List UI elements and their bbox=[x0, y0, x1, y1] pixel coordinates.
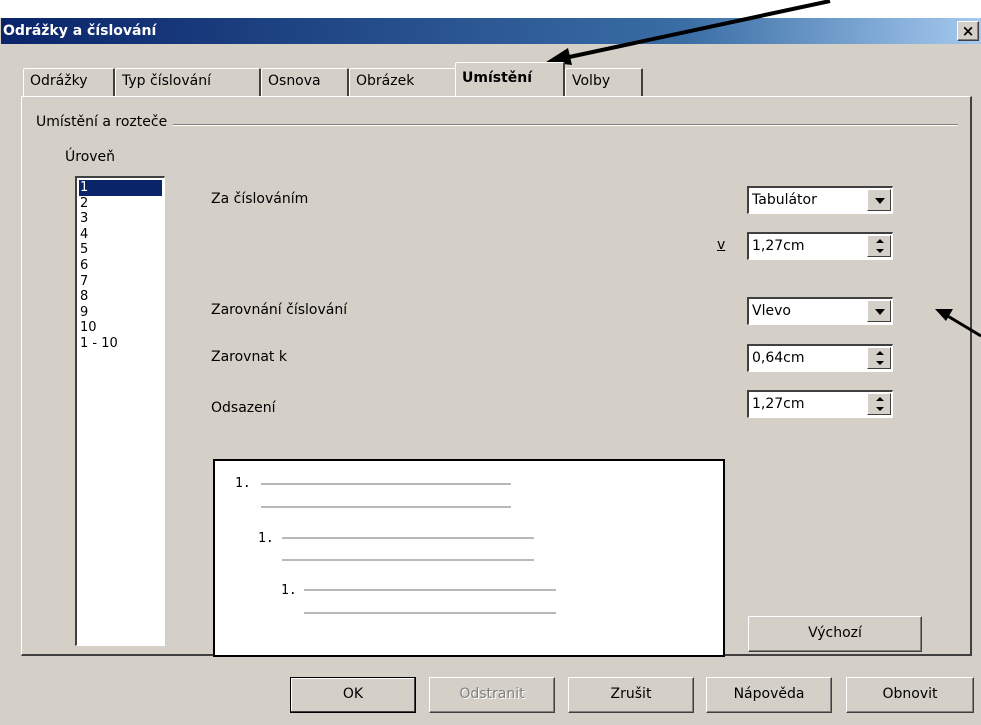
tab-position[interactable]: Umístění bbox=[455, 62, 565, 96]
tab-graphics-label: Obrázek bbox=[356, 73, 415, 89]
spin-up-icon[interactable] bbox=[868, 394, 890, 404]
spin-buttons[interactable] bbox=[867, 235, 891, 257]
ok-button[interactable]: OK bbox=[290, 677, 416, 713]
group-separator bbox=[36, 124, 958, 126]
tab-numbering-type[interactable]: Typ číslování bbox=[115, 68, 261, 96]
dialog-title: Odrážky a číslování bbox=[3, 23, 157, 39]
level-label: Úroveň bbox=[65, 149, 116, 165]
numbering-alignment-label: Zarovnání číslování bbox=[211, 302, 348, 318]
tab-graphics[interactable]: Obrázek bbox=[349, 68, 457, 96]
tab-outline[interactable]: Osnova bbox=[261, 68, 349, 96]
tab-options-label: Volby bbox=[572, 73, 611, 89]
spin-down-icon[interactable] bbox=[868, 358, 890, 368]
list-item[interactable]: 4 bbox=[79, 227, 162, 243]
default-button[interactable]: Výchozí bbox=[748, 616, 922, 652]
list-item[interactable]: 3 bbox=[79, 211, 162, 227]
tab-numbering-type-label: Typ číslování bbox=[122, 73, 211, 89]
tab-outline-label: Osnova bbox=[268, 73, 321, 89]
list-item[interactable]: 1 bbox=[79, 180, 162, 196]
numbering-preview: 1. 1. 1. bbox=[213, 459, 725, 657]
tab-options[interactable]: Volby bbox=[565, 68, 643, 96]
list-item[interactable]: 6 bbox=[79, 258, 162, 274]
list-item[interactable]: 9 bbox=[79, 305, 162, 321]
reset-button[interactable]: Obnovit bbox=[846, 677, 974, 713]
spin-down-icon[interactable] bbox=[868, 246, 890, 256]
align-at-value: 0,64cm bbox=[752, 350, 805, 366]
preview-line bbox=[261, 483, 511, 485]
at-value: 1,27cm bbox=[752, 238, 805, 254]
help-button[interactable]: Nápověda bbox=[706, 677, 832, 713]
cancel-button[interactable]: Zrušit bbox=[568, 677, 694, 713]
align-at-label: Zarovnat k bbox=[211, 349, 287, 365]
level-listbox[interactable]: 1 2 3 4 5 6 7 8 9 10 1 - 10 bbox=[75, 176, 165, 646]
preview-line bbox=[304, 589, 556, 591]
preview-line bbox=[282, 559, 534, 561]
tab-bullets[interactable]: Odrážky bbox=[23, 68, 115, 96]
at-label: v bbox=[717, 237, 726, 253]
close-button[interactable]: × bbox=[957, 21, 979, 41]
numbering-alignment-value: Vlevo bbox=[752, 303, 791, 319]
preview-line bbox=[261, 506, 511, 508]
dialog-titlebar: Odrážky a číslování × bbox=[1, 18, 981, 44]
preview-number: 1. bbox=[281, 583, 297, 598]
preview-line bbox=[304, 612, 556, 614]
chevron-down-icon[interactable] bbox=[867, 300, 891, 322]
align-at-spinfield[interactable]: 0,64cm bbox=[747, 344, 893, 372]
tab-panel-position: Umístění a rozteče Úroveň 1 2 3 4 5 6 7 … bbox=[21, 96, 972, 657]
tab-position-label: Umístění bbox=[462, 70, 533, 86]
after-numbering-select[interactable]: Tabulátor bbox=[747, 186, 893, 214]
list-item[interactable]: 7 bbox=[79, 274, 162, 290]
list-item[interactable]: 2 bbox=[79, 196, 162, 212]
spin-buttons[interactable] bbox=[867, 393, 891, 415]
bullets-numbering-dialog: Odrážky a číslování × Odrážky Typ číslov… bbox=[0, 17, 981, 725]
indent-spinfield[interactable]: 1,27cm bbox=[747, 390, 893, 418]
spin-up-icon[interactable] bbox=[868, 348, 890, 358]
tab-bullets-label: Odrážky bbox=[30, 73, 88, 89]
indent-label: Odsazení bbox=[211, 400, 276, 416]
list-item[interactable]: 1 - 10 bbox=[79, 336, 162, 352]
close-icon: × bbox=[961, 22, 975, 40]
preview-number: 1. bbox=[258, 531, 274, 546]
list-item[interactable]: 5 bbox=[79, 242, 162, 258]
group-title: Umístění a rozteče bbox=[36, 114, 174, 130]
preview-number: 1. bbox=[235, 476, 251, 491]
spin-buttons[interactable] bbox=[867, 347, 891, 369]
numbering-alignment-select[interactable]: Vlevo bbox=[747, 297, 893, 325]
indent-value: 1,27cm bbox=[752, 396, 805, 412]
at-spinfield[interactable]: 1,27cm bbox=[747, 232, 893, 260]
after-numbering-value: Tabulátor bbox=[752, 192, 817, 208]
list-item[interactable]: 8 bbox=[79, 289, 162, 305]
preview-line bbox=[282, 537, 534, 539]
after-numbering-label: Za číslováním bbox=[211, 191, 309, 207]
list-item[interactable]: 10 bbox=[79, 320, 162, 336]
spin-down-icon[interactable] bbox=[868, 404, 890, 414]
spin-up-icon[interactable] bbox=[868, 236, 890, 246]
chevron-down-icon[interactable] bbox=[867, 189, 891, 211]
remove-button[interactable]: Odstranit bbox=[429, 677, 555, 713]
